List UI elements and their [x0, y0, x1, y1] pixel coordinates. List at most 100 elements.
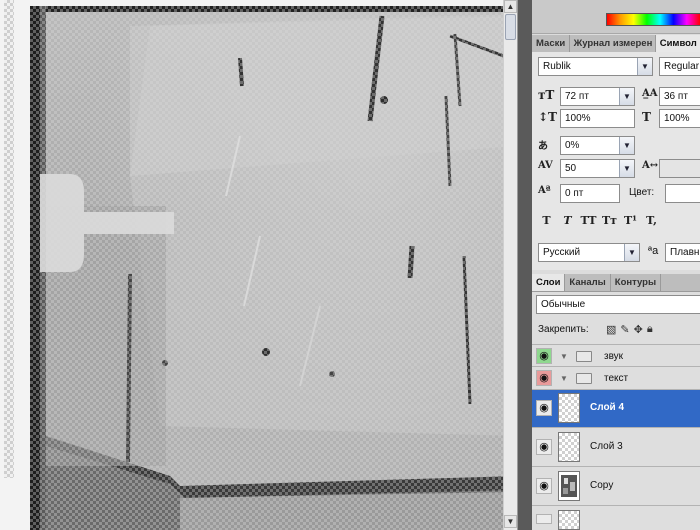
panels-inner: Маски Журнал измерен Символ Rublik ▼ Reg…	[532, 0, 700, 530]
eye-icon[interactable]: ◉	[536, 400, 552, 416]
antialias-icon: ªa	[648, 245, 659, 257]
chevron-down-icon[interactable]: ▼	[624, 244, 639, 261]
vertical-scale-value: 100%	[565, 113, 591, 124]
tab-character[interactable]: Символ	[655, 35, 700, 52]
lock-buttons: ▧ ✎ ✥ 🔒︎	[606, 323, 653, 336]
tab-channels[interactable]: Каналы	[565, 274, 611, 291]
tsume-value: 0%	[565, 140, 580, 151]
color-label: Цвет:	[629, 187, 655, 198]
chevron-down-icon[interactable]: ▼	[619, 88, 634, 105]
expand-triangle-icon[interactable]: ▼	[560, 374, 568, 383]
lock-brush-icon[interactable]: ✎	[620, 323, 629, 336]
horizontal-scale-value: 100%	[664, 113, 690, 124]
folder-icon	[576, 351, 592, 362]
horizontal-scale-icon: T	[642, 110, 651, 124]
eye-icon[interactable]: ◉	[536, 439, 552, 455]
leading-select[interactable]: 36 пт	[659, 87, 700, 106]
antialias-select[interactable]: Плавн	[665, 243, 700, 262]
chevron-down-icon[interactable]: ▼	[619, 137, 634, 154]
baseline-shift-icon: Aª	[538, 185, 551, 196]
tracking-icon: AV	[538, 160, 553, 171]
layer-row[interactable]: ◉ Слой 3	[532, 428, 700, 467]
baseline-shift-value: 0 пт	[565, 188, 584, 199]
font-style-select[interactable]: Regular	[659, 57, 700, 76]
lock-label: Закрепить:	[538, 324, 589, 335]
scrollbar-thumb[interactable]	[505, 14, 516, 40]
text-color-swatch[interactable]	[665, 184, 700, 203]
folder-icon	[576, 373, 592, 384]
type-style-buttons: T T TT Tт T¹ T,	[536, 214, 662, 227]
tab-paths[interactable]: Контуры	[611, 274, 662, 291]
layer-name: текст	[604, 373, 629, 384]
vertical-scale-input[interactable]: 100%	[560, 109, 635, 128]
color-spectrum-bar[interactable]	[606, 13, 700, 26]
lock-all-icon[interactable]: 🔒︎	[647, 323, 653, 336]
character-panel-tabs: Маски Журнал измерен Символ	[532, 35, 700, 53]
layer-name: звук	[604, 351, 624, 362]
transparency-checkerboard	[30, 6, 517, 530]
expand-triangle-icon[interactable]: ▼	[560, 352, 568, 361]
antialias-value: Плавн	[670, 247, 700, 258]
vertical-scale-icon: ↕T	[538, 110, 557, 124]
tab-layers[interactable]: Слои	[532, 274, 566, 291]
copy-thumbnail-image	[561, 475, 577, 497]
layer-thumbnail	[558, 471, 580, 501]
panel-collapse-strip[interactable]	[518, 0, 532, 530]
leading-icon: A̲A	[642, 88, 658, 99]
font-size-select[interactable]: 72 пт ▼	[560, 87, 635, 106]
superscript-button[interactable]: T¹	[620, 214, 641, 227]
color-panel	[532, 0, 700, 34]
scroll-up-arrow-icon[interactable]: ▲	[504, 0, 517, 13]
layers-panel-tabs: Слои Каналы Контуры	[532, 274, 700, 292]
tab-masks[interactable]: Маски	[532, 35, 570, 52]
canvas-vertical-scrollbar[interactable]: ▲ ▼	[503, 0, 517, 530]
layer-thumbnail	[558, 510, 580, 530]
kerning-input[interactable]	[659, 159, 700, 178]
eye-icon[interactable]: ◉	[536, 478, 552, 494]
baseline-shift-input[interactable]: 0 пт	[560, 184, 620, 203]
scroll-down-arrow-icon[interactable]: ▼	[504, 515, 517, 528]
document-canvas[interactable]	[30, 6, 517, 530]
character-panel: Rublik ▼ Regular ᴛT 72 пт ▼ A̲A 36 пт ↕T…	[532, 52, 700, 270]
layer-thumbnail	[558, 432, 580, 462]
layer-row-selected[interactable]: ◉ Слой 4	[532, 390, 700, 428]
tsume-select[interactable]: 0% ▼	[560, 136, 635, 155]
all-caps-button[interactable]: TT	[578, 214, 599, 227]
layer-name: Copy	[590, 480, 614, 491]
subscript-button[interactable]: T,	[641, 214, 662, 227]
font-size-icon: ᴛT	[538, 88, 555, 102]
kerning-icon: A↔	[642, 160, 659, 171]
layer-thumbnail	[558, 393, 580, 423]
lock-transparency-icon[interactable]: ▧	[606, 323, 616, 336]
tracking-select[interactable]: 50 ▼	[560, 159, 635, 178]
layer-row[interactable]: ◉ Copy	[532, 467, 700, 506]
tab-history[interactable]: Журнал измерен	[570, 35, 656, 52]
layer-row-partial[interactable]	[532, 506, 700, 530]
eye-icon[interactable]: ◉	[536, 370, 552, 386]
language-value: Русский	[543, 247, 581, 258]
font-style-value: Regular	[664, 61, 700, 72]
small-caps-button[interactable]: Tт	[599, 214, 620, 227]
layer-name: Слой 3	[590, 441, 623, 452]
eye-icon[interactable]: ◉	[536, 348, 552, 364]
layer-group-row[interactable]: ◉ ▼ текст	[532, 367, 700, 390]
leading-value: 36 пт	[664, 91, 688, 102]
canvas-area[interactable]: ▲ ▼	[0, 0, 517, 530]
horizontal-scale-input[interactable]: 100%	[659, 109, 700, 128]
font-size-value: 72 пт	[565, 91, 589, 102]
layer-group-row[interactable]: ◉ ▼ звук	[532, 344, 700, 367]
transparency-strip	[4, 0, 14, 478]
blend-mode-value: Обычные	[541, 299, 586, 310]
chevron-down-icon[interactable]: ▼	[637, 58, 652, 75]
faux-italic-button[interactable]: T	[557, 214, 578, 227]
tsume-icon: あ	[538, 141, 548, 152]
eye-icon[interactable]	[536, 514, 552, 524]
faux-bold-button[interactable]: T	[536, 214, 557, 227]
language-select[interactable]: Русский ▼	[538, 243, 640, 262]
layer-name: Слой 4	[590, 402, 625, 413]
chevron-down-icon[interactable]: ▼	[619, 160, 634, 177]
font-family-select[interactable]: Rublik ▼	[538, 57, 653, 76]
lock-move-icon[interactable]: ✥	[634, 323, 643, 336]
panels-dock: Маски Журнал измерен Символ Rublik ▼ Reg…	[517, 0, 700, 530]
blend-mode-select[interactable]: Обычные	[536, 295, 700, 314]
